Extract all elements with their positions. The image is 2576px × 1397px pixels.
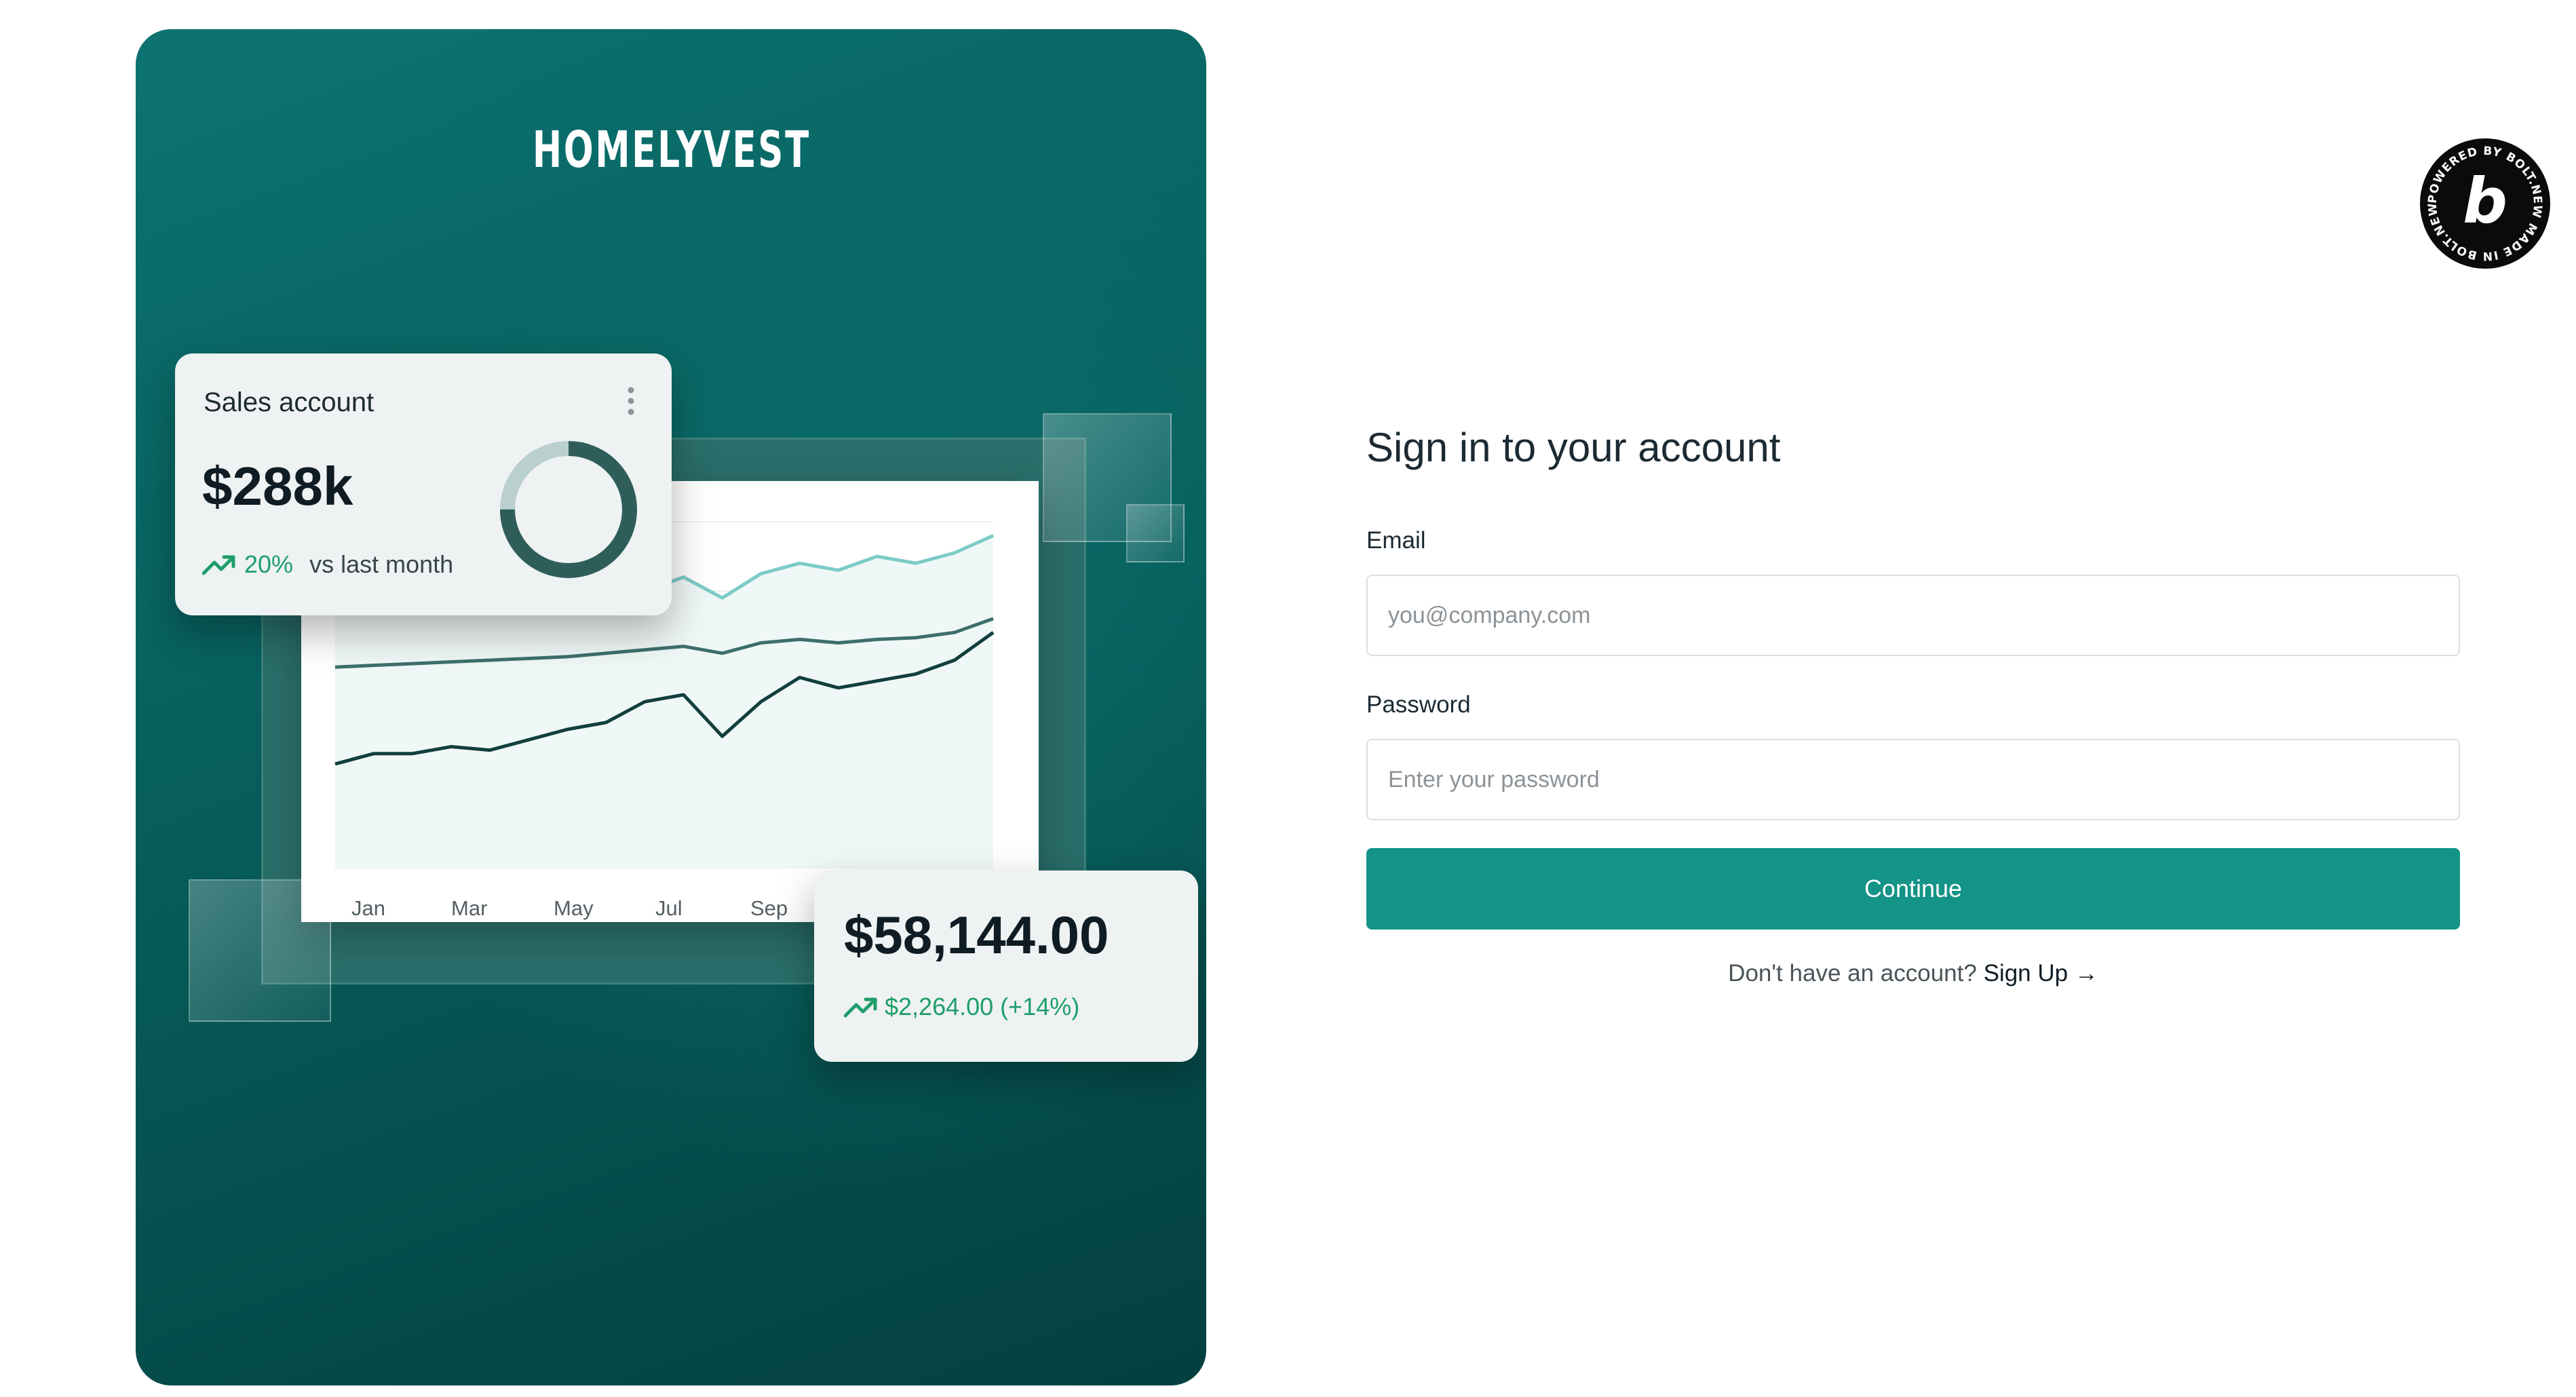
balance-change: $2,264.00 (+14%) (885, 993, 1080, 1020)
progress-donut (500, 441, 637, 578)
homelyvest-logo: HOMELYVEST (533, 121, 811, 179)
bolt-badge[interactable]: POWERED BY BOLT.NEW MADE IN BOLT.NEW b (2417, 136, 2553, 271)
sales-account-card: Sales account $288k 20% vs last month (175, 353, 672, 615)
glass-square-decoration (189, 879, 331, 1022)
email-label: Email (1366, 527, 1426, 554)
glass-square-decoration (1126, 504, 1185, 562)
trend-up-icon (844, 997, 877, 1018)
balance-trend-row: $2,264.00 (+14%) (844, 993, 1079, 1021)
x-tick-label: Mar (451, 896, 488, 920)
balance-amount: $58,144.00 (844, 905, 1109, 965)
sales-change-percent: 20% (244, 550, 294, 578)
continue-button[interactable]: Continue (1366, 848, 2460, 930)
x-tick-label: Sep (750, 896, 788, 920)
signup-prompt-row: Don't have an account? Sign Up → (1366, 960, 2460, 987)
x-tick-label: Jan (351, 896, 385, 920)
hero-panel: HOMELYVEST Jan Mar May Jul Sep Sales acc… (136, 29, 1206, 1385)
badge-letter: b (2463, 165, 2507, 237)
x-tick-label: Jul (655, 896, 683, 920)
page-title: Sign in to your account (1366, 425, 1781, 470)
sales-value: $288k (202, 456, 353, 516)
signup-link[interactable]: Sign Up → (1984, 960, 2098, 987)
more-vertical-icon[interactable] (626, 386, 636, 416)
sales-trend-row: 20% vs last month (202, 550, 453, 579)
sales-card-title: Sales account (204, 387, 374, 417)
trend-up-icon (202, 555, 235, 575)
balance-card: $58,144.00 $2,264.00 (+14%) (814, 870, 1198, 1062)
x-tick-label: May (554, 896, 594, 920)
email-input[interactable] (1366, 575, 2460, 656)
svg-text:HOMELYVEST: HOMELYVEST (533, 121, 811, 179)
signin-form: Sign in to your account Email Password C… (1366, 424, 2460, 987)
signup-prompt: Don't have an account? (1728, 960, 1977, 987)
sales-change-label: vs last month (309, 550, 454, 578)
password-label: Password (1366, 691, 1471, 718)
password-input[interactable] (1366, 739, 2460, 820)
